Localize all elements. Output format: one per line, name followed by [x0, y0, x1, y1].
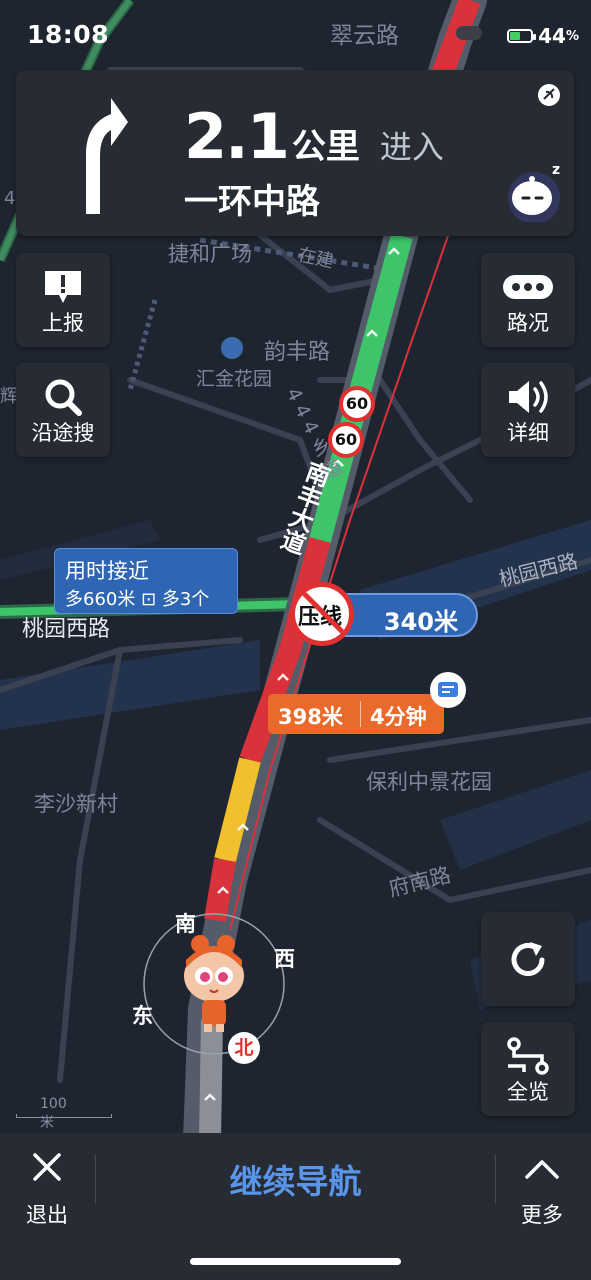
distance-unit: 公里	[291, 127, 360, 167]
refresh-icon	[481, 938, 575, 978]
compass-west: 西	[274, 947, 295, 971]
svg-text:z: z	[552, 162, 560, 178]
speed-limit-sign: 60	[339, 386, 375, 422]
turn-right-arrow-icon	[86, 98, 128, 214]
place-label: 捷和广场	[168, 242, 252, 266]
report-label: 上报	[42, 311, 84, 335]
guidance-panel[interactable]: 2.1 公里 进入 一环中路 z	[16, 70, 574, 236]
battery-icon	[507, 29, 537, 43]
refresh-route-button[interactable]	[481, 912, 575, 1006]
chevron-up-icon	[525, 1160, 559, 1179]
traffic-light-icon	[456, 26, 482, 40]
battery-indicator: 44%	[507, 24, 579, 48]
car-avatar-icon	[184, 935, 244, 1032]
congestion-badge[interactable]: 398米 4分钟	[268, 694, 444, 734]
message-icon[interactable]	[430, 672, 466, 708]
search-icon	[16, 377, 110, 417]
congestion-duration: 4分钟	[370, 705, 427, 729]
road-label: 桃园西路	[22, 617, 111, 642]
no-line-crossing-icon: 压线	[290, 582, 354, 646]
place-label: 汇金花园	[196, 368, 273, 390]
traffic-label: 路况	[507, 311, 549, 335]
report-button[interactable]: 上报	[16, 253, 110, 347]
distance-to-turn: 2.1 公里 进入	[184, 100, 444, 173]
warning-distance: 340米	[383, 608, 458, 636]
more-label: 更多	[521, 1203, 563, 1227]
continue-navigation-button[interactable]: 继续导航	[0, 1155, 591, 1203]
voice-detail-button[interactable]: 详细	[481, 363, 575, 457]
alt-route-callout[interactable]: 用时接近 多660米 ⊡ 多3个	[54, 548, 238, 614]
battery-percent: 44	[538, 24, 566, 48]
exit-label: 退出	[26, 1203, 68, 1227]
speaker-icon	[481, 377, 575, 417]
alt-route-title: 用时接近	[65, 559, 149, 583]
more-button[interactable]: 更多	[517, 1149, 567, 1229]
status-bar: 18:08 44%	[0, 18, 591, 54]
no-line-crossing-warning: 340米 压线	[290, 582, 478, 646]
search-along-route-button[interactable]: 沿途搜	[16, 363, 110, 457]
place-label: 保利中景花园	[366, 770, 492, 794]
search-along-route-label: 沿途搜	[31, 421, 95, 445]
road-label: 4	[4, 188, 16, 209]
route-overview-label: 全览	[507, 1080, 549, 1104]
distance-value: 2.1	[184, 100, 290, 173]
gps-signal-icon	[538, 84, 560, 106]
turn-action: 进入	[379, 128, 444, 166]
traffic-dots-icon	[481, 267, 575, 307]
compass-north: 北	[228, 1032, 260, 1064]
route-overview-icon	[481, 1036, 575, 1076]
clock: 18:08	[27, 20, 110, 49]
report-exclamation-icon	[16, 267, 110, 307]
building-icon	[221, 337, 243, 359]
next-road-name: 一环中路	[184, 182, 320, 222]
voice-assistant-icon[interactable]: z	[506, 162, 562, 222]
compass-east: 东	[132, 1004, 153, 1028]
route-overview-button[interactable]: 全览	[481, 1022, 575, 1116]
voice-detail-label: 详细	[507, 421, 549, 445]
alt-route-detail: 多660米 ⊡ 多3个	[65, 589, 210, 610]
home-indicator[interactable]	[190, 1258, 401, 1265]
road-label: 韵丰路	[264, 340, 331, 365]
congestion-distance: 398米	[278, 705, 343, 729]
traffic-button[interactable]: 路况	[481, 253, 575, 347]
battery-percent-sign: %	[565, 28, 579, 44]
place-label: 李沙新村	[34, 792, 118, 816]
